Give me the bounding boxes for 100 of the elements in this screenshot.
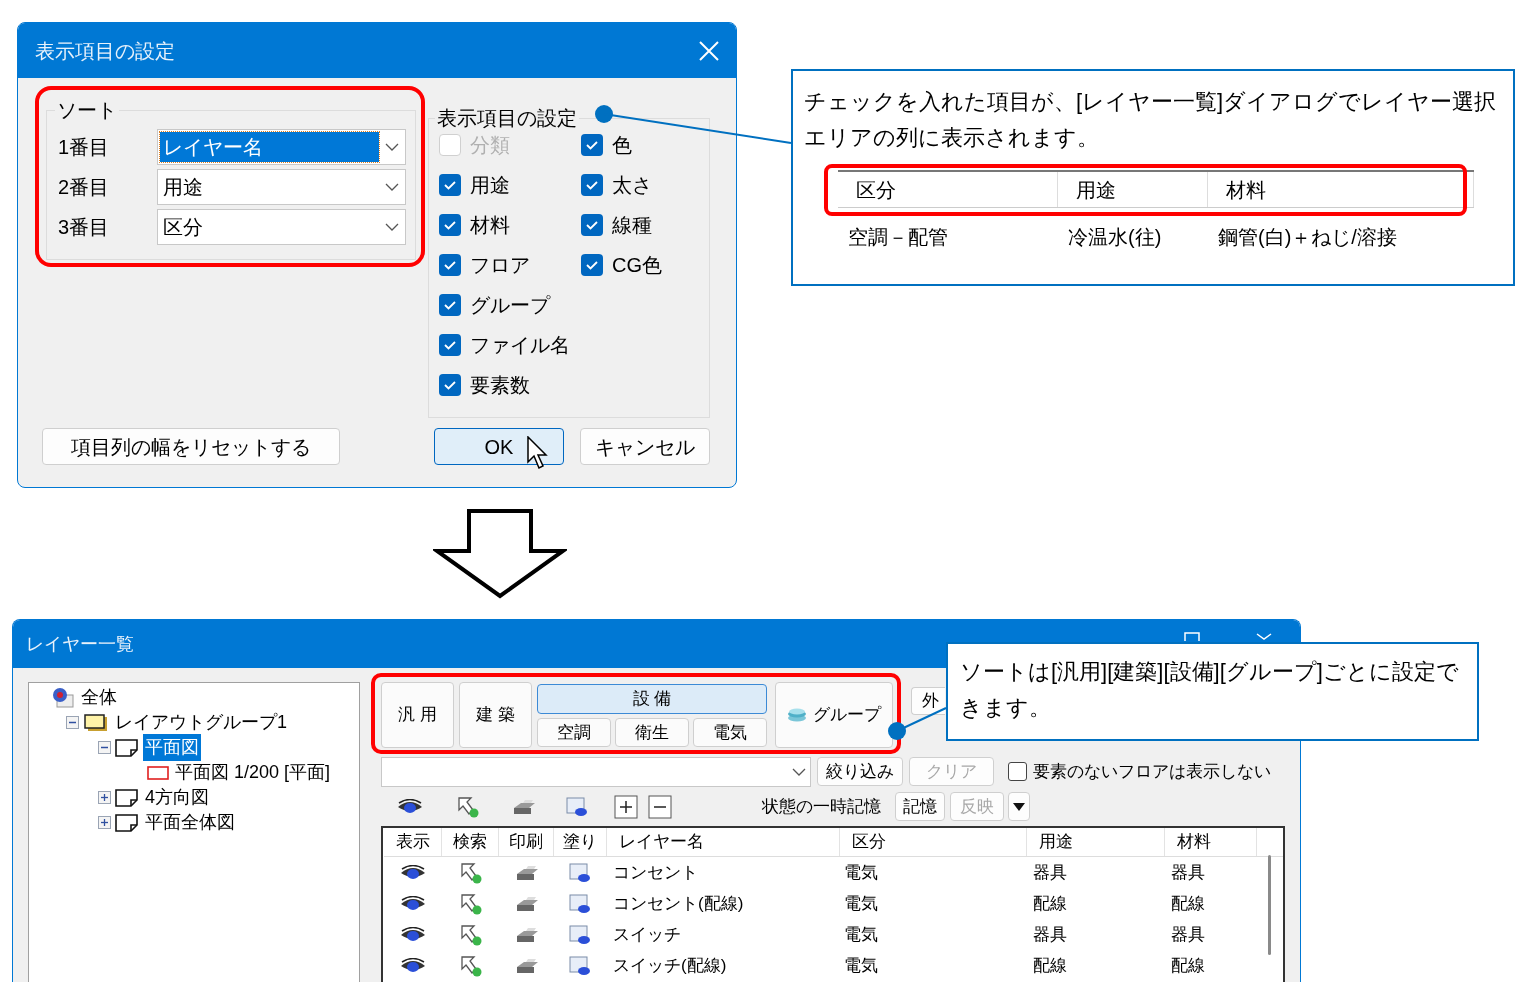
fill-icon	[568, 955, 593, 976]
tree-item[interactable]: 全体	[79, 684, 119, 711]
table-cell: コンセント(配線)	[613, 893, 744, 913]
table-cell: スイッチ	[613, 924, 681, 944]
group-tab[interactable]: 建 築	[459, 682, 532, 748]
memory-button[interactable]: 記憶	[895, 792, 945, 821]
group-tab[interactable]: 設 備	[537, 684, 767, 714]
checkbox-label: 要素数	[470, 373, 530, 398]
folder-icon	[83, 712, 109, 733]
collapse-all-icon[interactable]	[648, 794, 672, 819]
checkbox[interactable]	[439, 374, 461, 396]
column-header: 塗り	[554, 828, 607, 856]
check-icon	[585, 138, 599, 152]
checkbox[interactable]	[1008, 762, 1027, 781]
checkbox[interactable]	[581, 254, 603, 276]
sort-label: 2番目	[58, 175, 111, 200]
column-header: 区分	[838, 172, 1058, 207]
scrollbar[interactable]	[1268, 855, 1271, 955]
maximize-icon[interactable]	[1184, 632, 1200, 641]
mouse-cursor-icon	[527, 436, 549, 470]
tree-item[interactable]: 平面全体図	[143, 809, 237, 836]
eye-icon	[400, 864, 426, 881]
checkbox-label: 用途	[470, 173, 510, 198]
state-label: 状態の一時記憶	[762, 795, 881, 818]
checkbox[interactable]	[581, 174, 603, 196]
table-cell: 器具	[1033, 924, 1067, 944]
sheet-icon	[115, 813, 139, 832]
dropdown-button[interactable]	[1008, 792, 1030, 821]
checkbox[interactable]	[439, 254, 461, 276]
checkbox[interactable]	[439, 214, 461, 236]
checkbox[interactable]	[439, 334, 461, 356]
table-cell: 器具	[1033, 862, 1067, 882]
collapse-icon[interactable]	[97, 741, 111, 754]
group-tab[interactable]: グループ	[775, 682, 893, 748]
globe-icon	[51, 686, 75, 709]
sheet-icon	[115, 788, 139, 807]
checkbox-label: 要素のないフロアは表示しない	[1033, 760, 1271, 783]
close-icon[interactable]	[699, 40, 719, 61]
eye-icon	[400, 957, 426, 974]
window-title: レイヤー一覧	[26, 632, 134, 656]
checkbox[interactable]	[581, 134, 603, 156]
sub-tab[interactable]: 電気	[693, 718, 767, 747]
check-icon	[585, 218, 599, 232]
external-button[interactable]: 外	[911, 687, 945, 715]
table-cell: 配線	[1171, 893, 1205, 913]
layers-icon	[787, 708, 807, 722]
eye-icon	[400, 926, 426, 943]
checkbox-label: フロア	[470, 253, 530, 278]
dropdown[interactable]: レイヤー名	[156, 129, 406, 165]
check-icon	[443, 258, 457, 272]
column-header: 材料	[1208, 172, 1474, 207]
filter-button[interactable]: 絞り込み	[817, 757, 903, 786]
dropdown[interactable]: 区分	[156, 209, 406, 245]
sub-tab[interactable]: 空調	[537, 718, 611, 747]
reset-button[interactable]: 項目列の幅をリセットする	[42, 428, 340, 465]
sub-tab[interactable]: 衛生	[615, 718, 689, 747]
cancel-button[interactable]: キャンセル	[580, 428, 710, 465]
sheet-icon	[115, 738, 139, 757]
tree-item[interactable]: 平面図 1/200 [平面]	[173, 759, 333, 786]
expand-all-icon[interactable]	[614, 794, 638, 819]
table-cell-text: 鋼管(白)＋ねじ/溶接	[1217, 225, 1398, 250]
callout-text: チェックを入れた項目が、[レイヤー一覧]ダイアログでレイヤー選択エリアの列に表示されます。	[804, 88, 1498, 152]
caret-icon	[1013, 802, 1025, 811]
expand-icon[interactable]	[97, 816, 111, 829]
checkbox-label: グループ	[470, 293, 550, 318]
checkbox[interactable]	[581, 214, 603, 236]
tree-item[interactable]: 4方向図	[143, 784, 211, 811]
table-cell: 器具	[1171, 924, 1205, 944]
checkbox-label: 材料	[470, 213, 510, 238]
checkbox[interactable]	[439, 294, 461, 316]
expand-icon[interactable]	[97, 791, 111, 804]
table-cell: 配線	[1171, 955, 1205, 975]
table-cell: 配線	[1033, 955, 1067, 975]
table-cell: 配線	[1033, 893, 1067, 913]
checkbox-label: 太さ	[612, 173, 652, 198]
chevron-down-icon[interactable]	[1256, 633, 1272, 640]
column-header: 用途	[1027, 828, 1165, 856]
fill-icon	[565, 796, 590, 817]
collapse-icon[interactable]	[65, 716, 79, 729]
check-icon	[443, 178, 457, 192]
check-icon	[585, 258, 599, 272]
tree-item[interactable]: レイアウトグループ1	[113, 709, 289, 736]
column-header: 用途	[1058, 172, 1208, 207]
ok-button[interactable]: OK	[434, 428, 564, 465]
table-cell: 電気	[844, 955, 878, 975]
callout-text: ソートは[汎用][建築][設備][グループ]ごとに設定できます。	[960, 658, 1460, 722]
table-cell-text: 冷温水(往)	[1067, 225, 1163, 250]
table-cell-text: 空調－配管	[847, 225, 949, 250]
eye-icon	[397, 798, 423, 815]
table-cell: 器具	[1171, 862, 1205, 882]
table-cell: 電気	[844, 893, 878, 913]
table-cell: 電気	[844, 924, 878, 944]
group-tab[interactable]: 汎 用	[381, 682, 454, 748]
sort-label: 1番目	[58, 135, 111, 160]
check-icon	[443, 218, 457, 232]
tree-item[interactable]: 平面図	[143, 734, 201, 761]
checkbox[interactable]	[439, 174, 461, 196]
dropdown[interactable]: 用途	[156, 169, 406, 205]
checkbox-label: ファイル名	[470, 333, 570, 358]
check-icon	[443, 338, 457, 352]
